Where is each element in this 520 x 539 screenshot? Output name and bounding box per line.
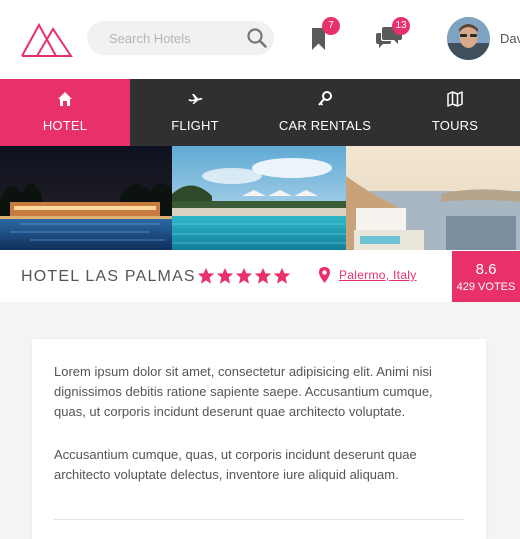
tab-label: FLIGHT xyxy=(171,118,219,133)
rating-score-box: 8.6 429 VOTES xyxy=(452,251,520,302)
home-icon xyxy=(58,92,72,106)
search-icon[interactable] xyxy=(246,27,268,49)
top-header: 7 13 Dav xyxy=(0,0,520,79)
location-pin-icon xyxy=(319,267,330,283)
tab-car-rentals[interactable]: CAR RENTALS xyxy=(260,79,390,146)
user-name[interactable]: Dav xyxy=(500,31,520,46)
tab-label: CAR RENTALS xyxy=(278,118,372,133)
logo-icon[interactable] xyxy=(20,20,74,58)
hotel-photo-seaside-terrace[interactable] xyxy=(346,146,520,250)
star-icon xyxy=(254,267,272,284)
bookmarks-count-badge: 7 xyxy=(322,17,340,35)
star-icon xyxy=(216,267,234,284)
hotel-name: HOTEL LAS PALMAS xyxy=(21,268,196,285)
category-tabs: HOTEL FLIGHT CAR RENTALS TOURS xyxy=(0,79,520,146)
description-paragraph: Lorem ipsum dolor sit amet, consectetur … xyxy=(54,364,433,419)
avatar[interactable] xyxy=(447,17,490,60)
hotel-photo-gallery xyxy=(0,146,520,250)
plane-icon xyxy=(188,94,203,104)
hotel-photo-day-pool[interactable] xyxy=(172,146,346,250)
description-paragraph: Accusantium cumque, quas, ut corporis in… xyxy=(54,447,417,482)
votes-count: 429 VOTES xyxy=(456,281,516,293)
tab-flight[interactable]: FLIGHT xyxy=(130,79,260,146)
search-input[interactable] xyxy=(109,29,239,47)
key-icon xyxy=(318,91,332,106)
star-icon xyxy=(273,267,291,284)
map-icon xyxy=(447,91,463,107)
tab-hotel[interactable]: HOTEL xyxy=(0,79,130,146)
rating-value: 8.6 xyxy=(475,261,497,278)
search-box[interactable] xyxy=(87,21,274,55)
hotel-description-card: Lorem ipsum dolor sit amet, consectetur … xyxy=(32,339,486,539)
avatar-image xyxy=(447,17,490,60)
star-icon xyxy=(235,267,253,284)
card-divider xyxy=(54,519,464,520)
tab-label: HOTEL xyxy=(42,118,88,133)
hotel-photo-night-pool[interactable] xyxy=(0,146,172,250)
hotel-location-link[interactable]: Palermo, Italy xyxy=(339,268,417,282)
tab-tours[interactable]: TOURS xyxy=(390,79,520,146)
tab-label: TOURS xyxy=(431,118,479,133)
messages-count-badge: 13 xyxy=(392,17,410,35)
star-icon xyxy=(197,267,215,284)
